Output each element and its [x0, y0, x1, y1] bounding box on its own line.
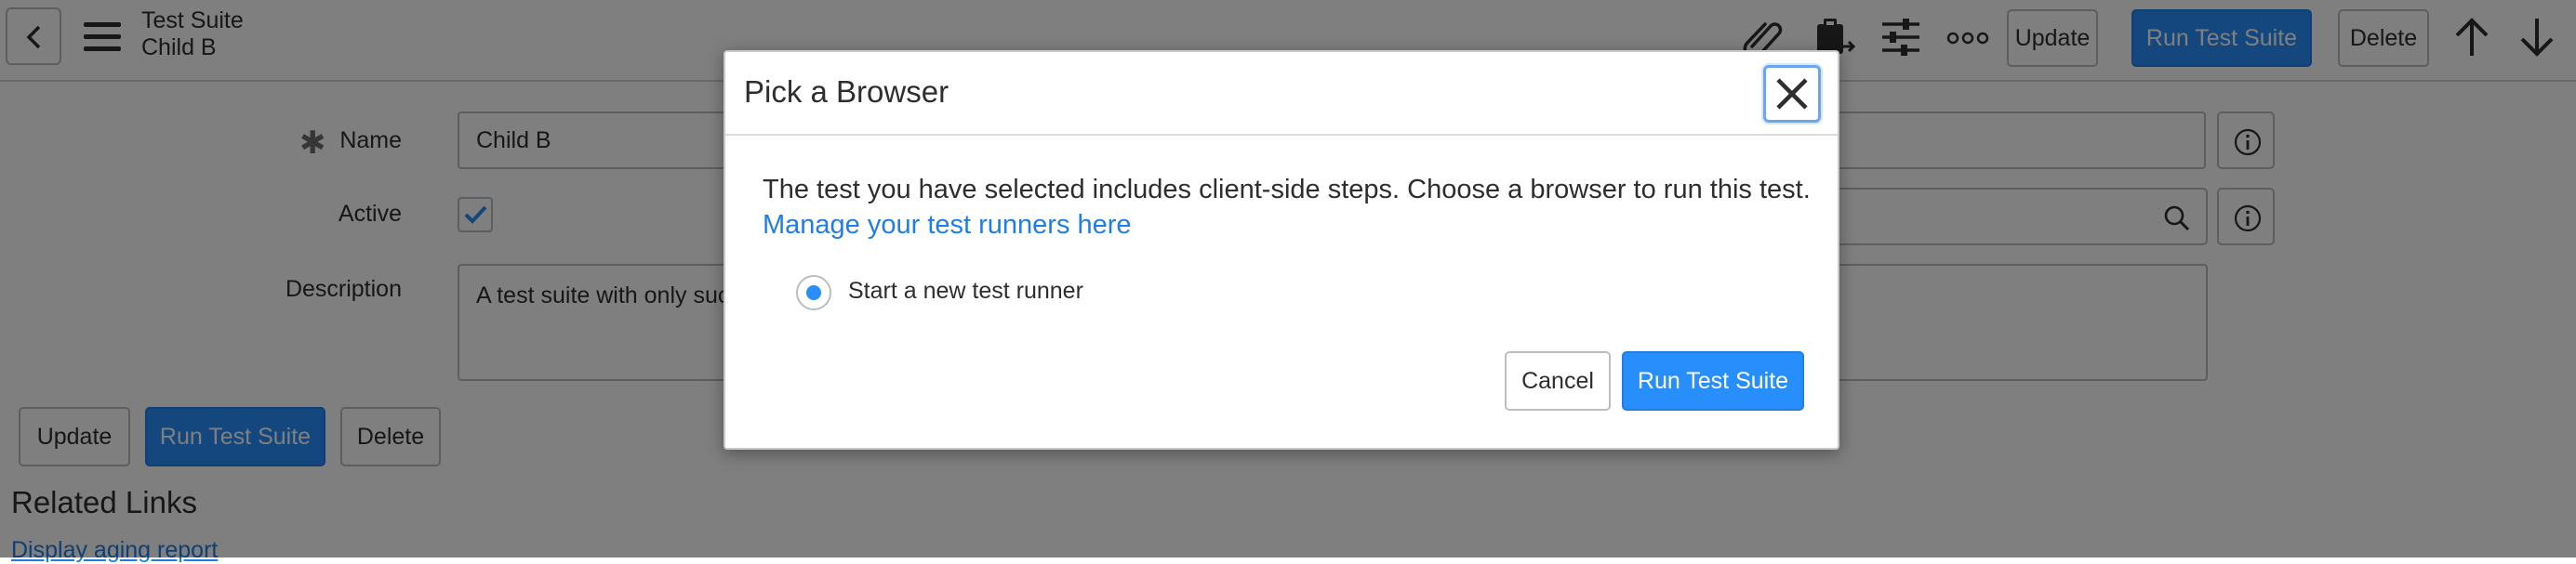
- dialog-run-test-suite-button[interactable]: Run Test Suite: [1622, 351, 1804, 411]
- close-button[interactable]: [1763, 65, 1821, 123]
- dialog-title: Pick a Browser: [744, 74, 949, 109]
- dialog-message: The test you have selected includes clie…: [763, 175, 1811, 204]
- pick-browser-dialog: Pick a Browser The test you have selecte…: [724, 50, 1839, 450]
- new-runner-radio[interactable]: [796, 275, 831, 310]
- dialog-header: Pick a Browser: [725, 52, 1838, 136]
- close-icon: [1776, 78, 1808, 110]
- cancel-button[interactable]: Cancel: [1505, 351, 1611, 411]
- manage-runners-link[interactable]: Manage your test runners here: [763, 210, 1132, 241]
- new-runner-label[interactable]: Start a new test runner: [848, 278, 1083, 305]
- radio-selected-dot: [806, 285, 821, 300]
